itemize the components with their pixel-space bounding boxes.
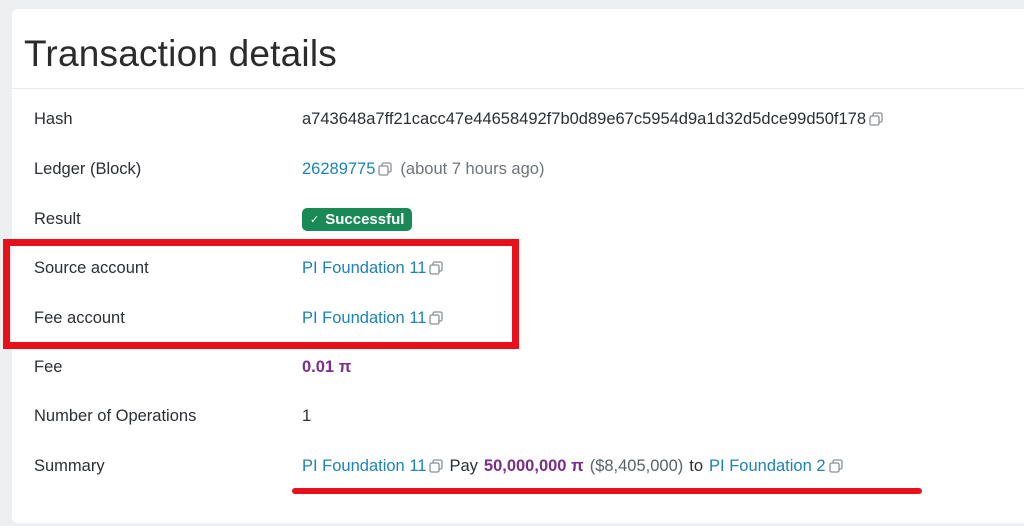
result-value-container: ✓ Successful [302, 207, 413, 231]
result-label: Result [34, 209, 81, 228]
check-icon: ✓ [310, 213, 320, 226]
fee-account-value-container: PI Foundation 11 [302, 309, 444, 328]
summary-to-link[interactable]: PI Foundation 2 [709, 457, 826, 476]
operations-row: Number of Operations 1 [12, 396, 1024, 436]
ledger-block-link[interactable]: 26289775 [302, 160, 375, 179]
copy-icon[interactable] [869, 112, 883, 126]
fee-value: 0.01 π [302, 357, 352, 376]
operations-value: 1 [302, 406, 312, 425]
copy-icon[interactable] [429, 311, 444, 325]
status-badge: ✓ Successful [302, 207, 413, 231]
source-account-link[interactable]: PI Foundation 11 [302, 259, 426, 278]
ledger-value-container: 26289775 (about 7 hours ago) [302, 160, 544, 179]
fee-account-row: Fee account PI Foundation 11 [12, 298, 1024, 338]
hash-value-container: a743648a7ff21cacc47e44658492f7b0d89e67c5… [302, 110, 883, 129]
source-account-row: Source account PI Foundation 11 [12, 248, 1024, 288]
fee-value-container: 0.01 π [302, 358, 351, 377]
transaction-details-card: Transaction details Hash a743648a7ff21ca… [12, 9, 1024, 523]
copy-icon[interactable] [429, 459, 444, 473]
ledger-age: (about 7 hours ago) [400, 159, 545, 178]
status-text: Successful [325, 210, 405, 228]
summary-label: Summary [34, 456, 105, 475]
hash-value: a743648a7ff21cacc47e44658492f7b0d89e67c5… [302, 109, 866, 128]
summary-from-link[interactable]: PI Foundation 11 [302, 457, 426, 476]
title-divider [12, 88, 1024, 89]
result-row: Result ✓ Successful [12, 199, 1024, 239]
page-title: Transaction details [24, 33, 337, 74]
operations-label: Number of Operations [34, 406, 197, 425]
copy-icon[interactable] [378, 162, 393, 176]
ledger-row: Ledger (Block) 26289775 (about 7 hours a… [12, 149, 1024, 189]
source-account-label: Source account [34, 258, 149, 277]
fee-row: Fee 0.01 π [12, 347, 1024, 387]
operations-value-container: 1 [302, 407, 311, 426]
source-account-value-container: PI Foundation 11 [302, 259, 444, 278]
ledger-label: Ledger (Block) [34, 159, 142, 178]
summary-value-container: PI Foundation 11 Pay 50,000,000 π ($8,40… [302, 457, 843, 476]
summary-verb: Pay [449, 456, 478, 475]
hash-row: Hash a743648a7ff21cacc47e44658492f7b0d89… [12, 99, 1024, 139]
summary-row: Summary PI Foundation 11 Pay 50,000,000 … [12, 446, 1024, 486]
fee-account-link[interactable]: PI Foundation 11 [302, 309, 426, 328]
summary-usd: ($8,405,000) [589, 456, 684, 475]
copy-icon[interactable] [828, 459, 843, 473]
fee-label: Fee [34, 357, 63, 376]
summary-amount: 50,000,000 π [483, 456, 584, 475]
hash-label: Hash [34, 109, 73, 128]
fee-account-label: Fee account [34, 308, 125, 327]
copy-icon[interactable] [429, 261, 444, 275]
summary-to-word: to [689, 456, 704, 475]
